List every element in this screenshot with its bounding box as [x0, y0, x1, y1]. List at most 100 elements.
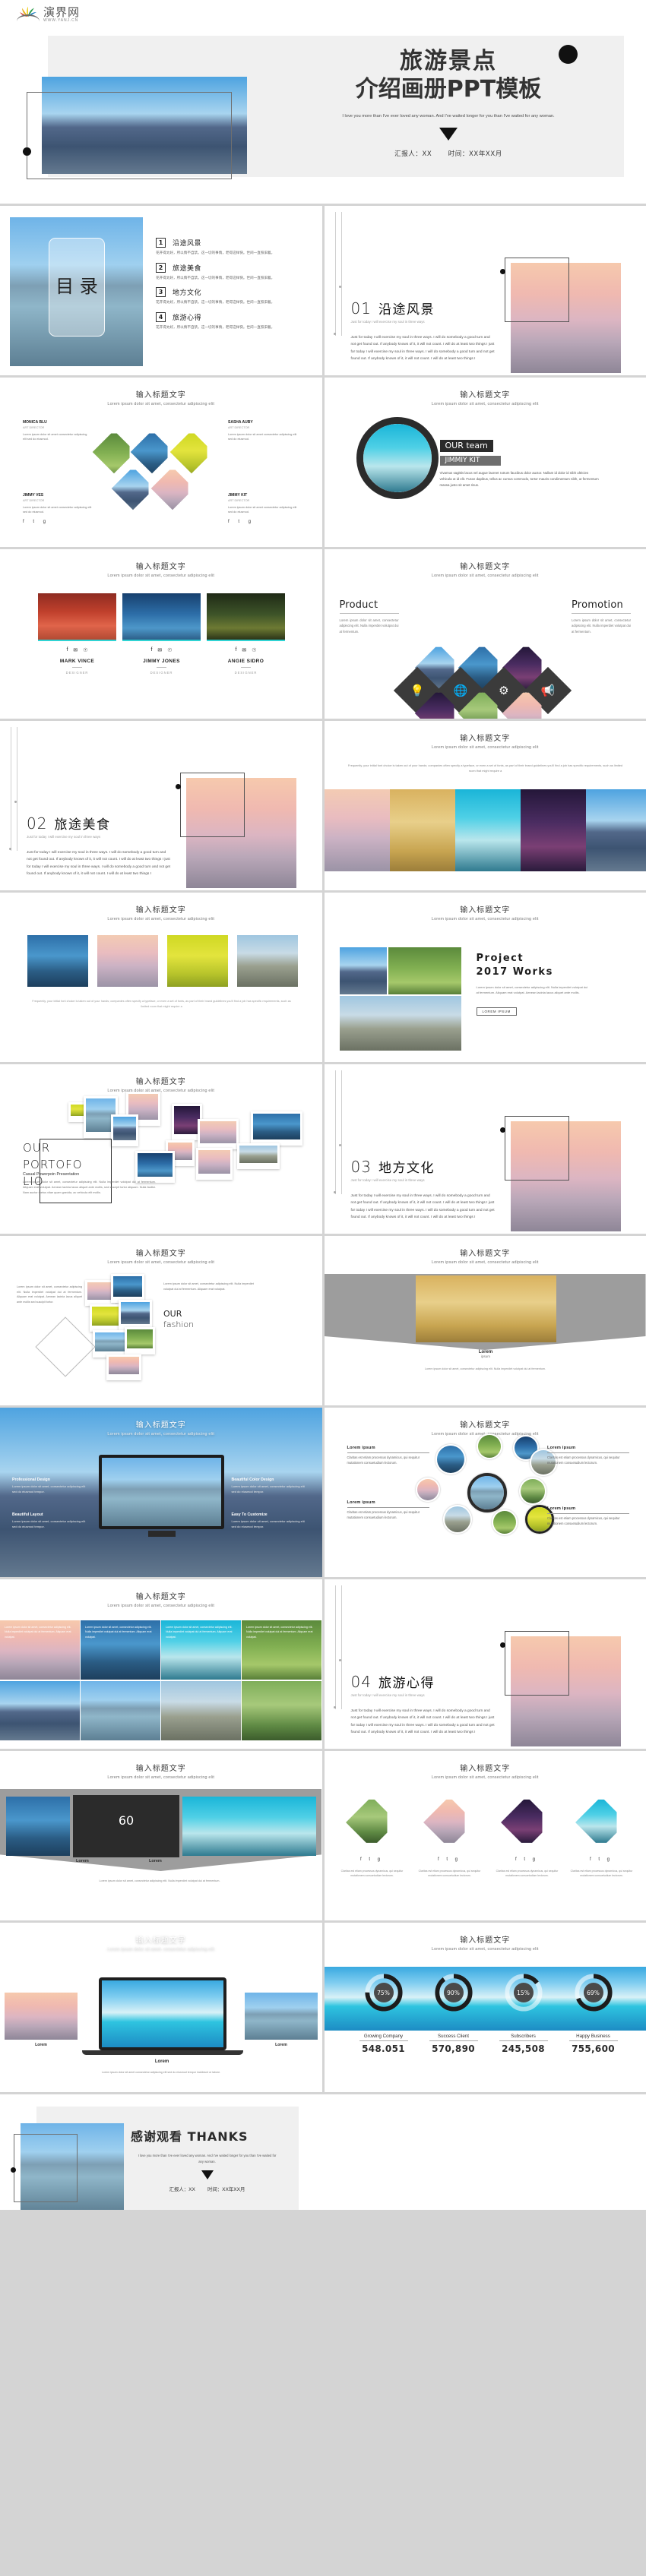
row-photo	[27, 935, 88, 987]
slide-title: 输入标题文字	[135, 391, 186, 400]
network-node	[518, 1478, 546, 1505]
stat-label: Subscribers	[511, 2034, 536, 2039]
toc-item-2[interactable]: 2 旅途美食 花开得太好，所以情不自禁。这一切的事情，老得这样快。世间一直照旧着…	[156, 262, 312, 281]
laptop-right-label: Lorem	[275, 2043, 287, 2047]
slide-project-works[interactable]: 输入标题文字 Lorem ipsum dolor sit amet, conse…	[324, 893, 646, 1062]
slide-title: 输入标题文字	[460, 563, 511, 571]
profile-desc: Lorem ipsum dolor sit amet consectetur a…	[228, 506, 297, 514]
slide-colosseum[interactable]: 输入标题文字 Lorem ipsum dolor sit amet, conse…	[324, 1236, 646, 1405]
promotion-body: Lorem ipsum dolor sit amet, consectetur …	[572, 618, 631, 634]
site-logo[interactable]: 演界网 WWW.YANJ.CN	[17, 6, 80, 23]
cover-title: 旅游景点 介绍画册PPT模板	[289, 48, 608, 103]
social-icons[interactable]: f ✉ ☉	[207, 647, 285, 653]
chart-subtitle: Lorem ipsum dolor sit amet, consectetur …	[431, 1947, 539, 1952]
slide-portfolio[interactable]: 输入标题文字 Lorem ipsum dolor sit amet, conse…	[0, 1064, 322, 1234]
toc-item-1[interactable]: 1 沿途风景 花开得太好，所以情不自禁。这一切的事情，老得这样快。世间一直照旧着…	[156, 238, 312, 256]
slide-section-04[interactable]: 04 旅游心得 Just for today I will exercise m…	[324, 1579, 646, 1749]
toc-item-3[interactable]: 3 地方文化 花开得太好，所以情不自禁。这一切的事情，老得这样快。世间一直照旧着…	[156, 287, 312, 305]
cover-paragraph: I love you more than I've ever loved any…	[342, 114, 555, 119]
book-number: 60	[118, 1813, 135, 1828]
collage-photo	[585, 789, 646, 871]
site-header: 演界网 WWW.YANJ.CN	[0, 0, 646, 31]
collage-photo	[389, 789, 455, 871]
slide-team-cards[interactable]: 输入标题文字 Lorem ipsum dolor sit amet, conse…	[0, 549, 322, 719]
decor-dot	[338, 286, 341, 288]
slide-title: 输入标题文字	[135, 1250, 186, 1258]
slide-subtitle: Lorem ipsum dolor sit amet, consectetur …	[431, 745, 539, 750]
facebook-icon: f	[150, 647, 153, 653]
section-body: Just for today I will exercise my soul i…	[27, 851, 171, 877]
toc-item-4[interactable]: 4 旅游心得 花开得太好，所以情不自禁。这一切的事情，老得这样快。世间一直照旧着…	[156, 311, 312, 330]
toc-list: 1 沿途风景 花开得太好，所以情不自禁。这一切的事情，老得这样快。世间一直照旧着…	[156, 238, 312, 337]
slide-our-fashion[interactable]: 输入标题文字 Lorem ipsum dolor sit amet, conse…	[0, 1236, 322, 1405]
project-title-line1: Project	[476, 953, 524, 964]
laptop-body: Lorem ipsum dolor sit amet consectetur a…	[101, 2071, 221, 2074]
polaroid	[237, 1143, 280, 1169]
row-photo	[237, 935, 298, 987]
slide-thanks[interactable]: 感谢观看 THANKS I love you more than I've ev…	[0, 2094, 646, 2210]
donut-value: 15%	[513, 1983, 534, 2002]
social-icons[interactable]: f ✉ ☉	[122, 647, 201, 653]
slide-toc[interactable]: 目 录 1 沿途风景 花开得太好，所以情不自禁。这一切的事情，老得这样快。世间一…	[0, 206, 322, 375]
facebook-icon: f	[235, 647, 237, 653]
team-card[interactable]: f ✉ ☉ MARK VINCE DESIGNER	[38, 593, 116, 675]
decor-dot	[9, 848, 11, 850]
social-icons[interactable]: f t g	[569, 1857, 634, 1862]
slide-our-team[interactable]: 输入标题文字 Lorem ipsum dolor sit amet, conse…	[324, 378, 646, 547]
label-body: Claritas est etiam processus dynamicus, …	[547, 1516, 620, 1525]
fashion-left-body: Lorem ipsum dolor sit amet, consectetur …	[17, 1285, 82, 1304]
section-number: 02	[27, 814, 48, 833]
slide-section-02[interactable]: 02 旅途美食 Just for today I will exercise m…	[0, 721, 322, 890]
toc-label: 旅游心得	[173, 314, 202, 322]
chart-title: 输入标题文字	[460, 1936, 511, 1945]
social-icons[interactable]: f t g	[228, 520, 300, 524]
slide-circle-network[interactable]: 输入标题文字 Lorem ipsum dolor sit amet, conse…	[324, 1408, 646, 1577]
project-button[interactable]: LOREM IPSUM	[476, 1007, 517, 1016]
slide-laptop[interactable]: 输入标题文字 Lorem ipsum dolor sit amet, conse…	[0, 1923, 322, 2092]
network-label: Lorem ipsum Claritas est etiam processus…	[547, 1506, 629, 1527]
decor-dot	[333, 1191, 336, 1193]
slide-hex-cards[interactable]: 输入标题文字 Lorem ipsum dolor sit amet, conse…	[324, 1751, 646, 1920]
toc-number: 2	[156, 262, 166, 273]
twitter-icon: ✉	[242, 648, 247, 653]
profile-desc: Lorem ipsum dolor sit amet consectetur a…	[23, 506, 92, 514]
cover-title-line2: 介绍画册PPT模板	[355, 75, 542, 103]
team-card[interactable]: f ✉ ☉ ANGIE SIDRO DESIGNER	[207, 593, 285, 675]
laptop-left-label: Lorem	[35, 2043, 47, 2047]
social-icons[interactable]: f t g	[417, 1857, 482, 1862]
slide-features-overlay[interactable]: 输入标题文字 Lorem ipsum dolor sit amet, conse…	[0, 1408, 322, 1577]
slide-section-03[interactable]: 03 地方文化 Just for today I will exercise m…	[324, 1064, 646, 1234]
fashion-photo	[93, 1330, 128, 1358]
slide-product-promotion[interactable]: 输入标题文字 Lorem ipsum dolor sit amet, conse…	[324, 549, 646, 719]
donut-value: 69%	[583, 1983, 603, 2002]
slide-cover[interactable]: 旅游景点 介绍画册PPT模板 I love you more than I've…	[0, 31, 646, 204]
thanks-frame	[14, 2134, 78, 2202]
slide-tri-cards[interactable]: 输入标题文字 Lorem ipsum dolor sit amet, conse…	[0, 1579, 322, 1749]
project-title-line2: 2017 Works	[476, 966, 553, 978]
tri-photo	[81, 1681, 160, 1740]
hex-body: Claritas est etiam processus dynamicus, …	[570, 1870, 633, 1877]
slide-diamond-profiles[interactable]: 输入标题文字 Lorem ipsum dolor sit amet, conse…	[0, 378, 322, 547]
section-number: 04	[350, 1673, 372, 1691]
fashion-body: Lorem ipsum dolor sit amet, consectetur …	[163, 1282, 254, 1291]
slide-book-banner[interactable]: 输入标题文字 Lorem ipsum dolor sit amet, conse…	[0, 1751, 322, 1920]
section-frame-dot	[176, 784, 181, 789]
team-card[interactable]: f ✉ ☉ JIMMY JONES DESIGNER	[122, 593, 201, 675]
book-panel: 60	[73, 1795, 179, 1857]
footer-spacer	[0, 2213, 646, 2321]
slide-photo-row[interactable]: 输入标题文字 Lorem ipsum dolor sit amet, conse…	[0, 893, 322, 1062]
slide-section-01[interactable]: 01 沿途风景 Just for today I will exercise m…	[324, 206, 646, 375]
section-body: Just for today I will exercise my soul i…	[350, 336, 495, 362]
profile-desc: Lorem ipsum dolor sit amet consectetur a…	[23, 433, 87, 441]
social-icons[interactable]: f t g	[23, 520, 95, 524]
feature-body: Lorem ipsum dolor sit amet, consectetur …	[12, 1519, 86, 1528]
book-label: Lorem	[76, 1859, 89, 1863]
social-icons[interactable]: f ✉ ☉	[38, 647, 116, 653]
polaroid	[198, 1119, 239, 1149]
slide-stats-chart[interactable]: 输入标题文字 Lorem ipsum dolor sit amet, conse…	[324, 1923, 646, 2092]
slide-photo-collage[interactable]: 输入标题文字 Lorem ipsum dolor sit amet, conse…	[324, 721, 646, 890]
toc-card-label: 目 录	[55, 276, 98, 298]
section-subtitle: Just for today I will exercise my soul i…	[350, 1178, 425, 1182]
social-icons[interactable]: f t g	[495, 1857, 559, 1862]
social-icons[interactable]: f t g	[340, 1857, 404, 1862]
